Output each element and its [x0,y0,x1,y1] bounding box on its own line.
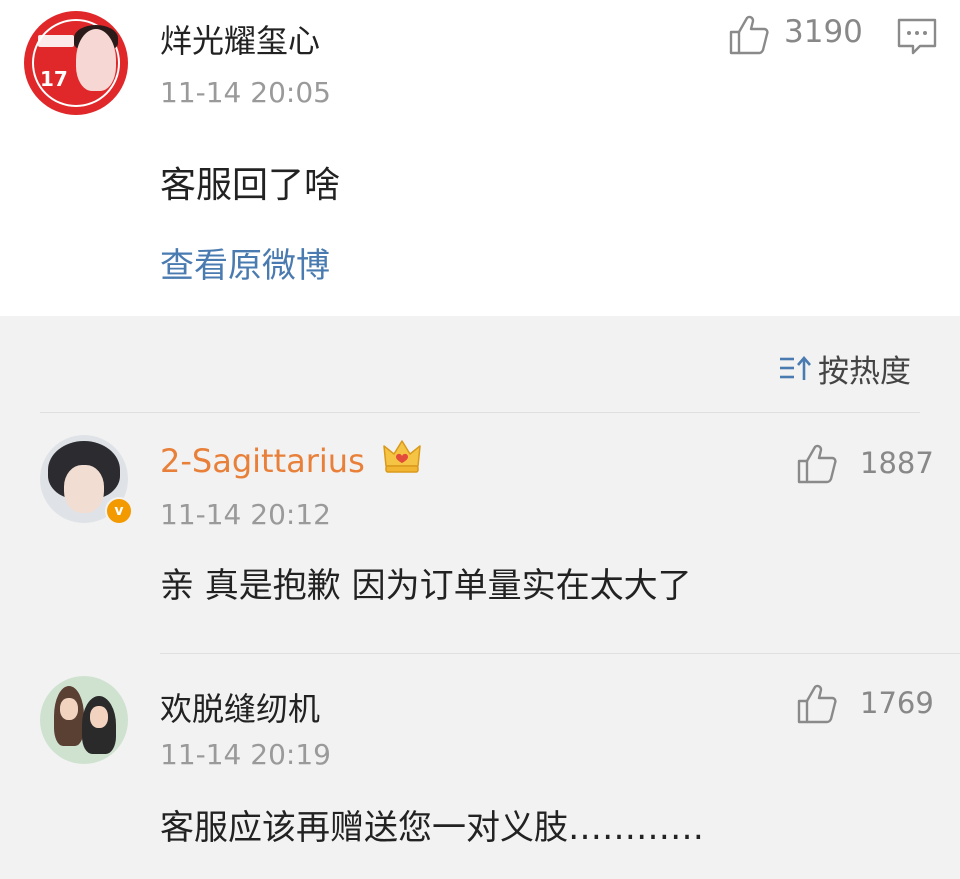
post-author-name[interactable]: 烊光耀玺心 [160,16,320,62]
comment-avatar[interactable] [40,676,128,764]
post-timestamp: 11-14 20:05 [160,76,331,109]
divider [40,412,920,413]
comment-author-name[interactable]: 欢脱缝纫机 [160,684,320,730]
comment-timestamp: 11-14 20:19 [160,738,331,771]
sort-icon [780,356,811,380]
avatar-number: 17 [40,67,68,91]
comment-content: 客服应该再赠送您一对义肢………… [160,808,704,848]
comment-timestamp: 11-14 20:12 [160,498,331,531]
avatar-tag [38,35,74,47]
view-original-link[interactable]: 查看原微博 [160,238,330,287]
sort-by-popularity[interactable]: 按热度 [778,348,911,390]
comment-icon[interactable] [896,16,938,56]
post-content: 客服回了啥 [160,165,341,206]
comment-like-count: 1887 [860,446,934,480]
comment-like-count: 1769 [860,686,934,720]
post-like-count: 3190 [784,14,863,50]
thumbs-up-icon[interactable] [728,14,770,56]
thumbs-up-icon[interactable] [796,683,838,725]
vip-crown-icon [383,440,421,473]
divider [160,653,960,654]
verified-badge: v [105,497,133,525]
avatar-face [60,698,78,720]
avatar-face [64,465,104,513]
avatar-face [76,29,116,91]
comment-author-name[interactable]: 2-Sagittarius [160,442,365,480]
thumbs-up-icon[interactable] [796,443,838,485]
sort-label: 按热度 [818,353,911,390]
comment-content: 亲 真是抱歉 因为订单量实在太大了 [160,566,692,606]
post-author-avatar[interactable]: 17 [24,11,128,115]
avatar-face [90,706,108,728]
